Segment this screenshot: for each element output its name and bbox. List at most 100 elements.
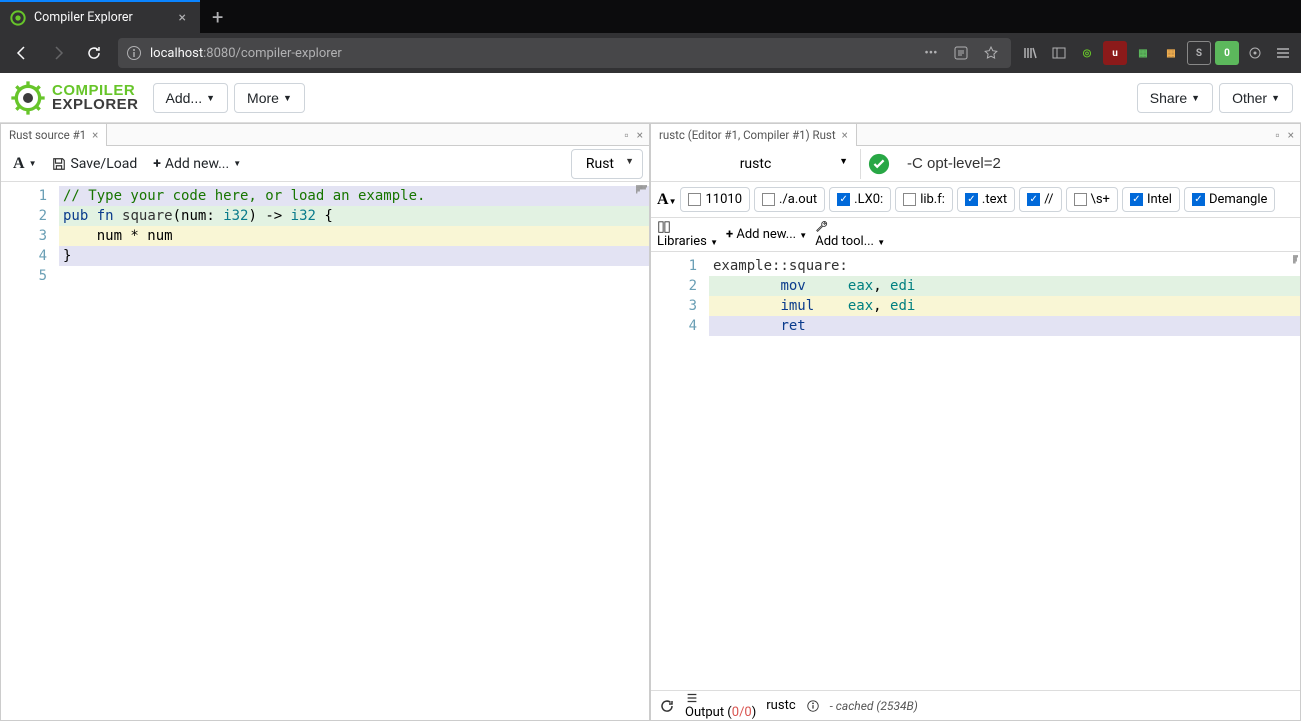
browser-chrome: Compiler Explorer × + localhost:8080/com… — [0, 0, 1301, 73]
book-icon — [657, 220, 718, 234]
asm-editor[interactable]: 1 2 3 4 example::square: mov eax, edi im… — [651, 252, 1300, 690]
compiler-select[interactable]: rustc — [651, 149, 861, 179]
font-button[interactable]: A▼ — [7, 151, 42, 177]
compiler-select-row: rustc — [651, 146, 1300, 182]
browser-tab-title: Compiler Explorer — [34, 10, 175, 25]
info-icon[interactable] — [806, 699, 820, 713]
more-icon[interactable]: ••• — [919, 41, 943, 65]
forward-button[interactable] — [42, 37, 74, 69]
url-text: localhost:8080/compiler-explorer — [150, 46, 342, 61]
footer-compiler-label: rustc — [766, 698, 795, 713]
compiler-options-input[interactable] — [897, 147, 1300, 181]
back-button[interactable] — [6, 37, 38, 69]
tab-strip: Compiler Explorer × + — [0, 0, 1301, 33]
filter-comments[interactable]: // — [1019, 187, 1061, 212]
share-dropdown-button[interactable]: Share▼ — [1137, 83, 1213, 113]
browser-toolbar: localhost:8080/compiler-explorer ••• ◎ u… — [0, 33, 1301, 73]
url-actions: ••• — [919, 41, 1003, 65]
output-button[interactable]: Output (0/0) — [685, 691, 756, 720]
compiler-footer: Output (0/0) rustc - cached (2534B) — [651, 690, 1300, 720]
caret-down-icon: ▼ — [877, 238, 885, 247]
asm-gutter: 1 2 3 4 — [651, 252, 709, 690]
filter-trim[interactable]: \s+ — [1066, 187, 1118, 212]
source-pane-tab[interactable]: Rust source #1 × — [1, 124, 107, 146]
compiler-tab-label: rustc (Editor #1, Compiler #1) Rust — [659, 128, 836, 142]
new-tab-button[interactable]: + — [200, 5, 235, 29]
source-editor[interactable]: 1 2 3 4 5 // Type your code here, or loa… — [1, 182, 649, 720]
caret-down-icon: ▼ — [1271, 93, 1280, 103]
library-icon[interactable] — [1019, 41, 1043, 65]
source-toolbar: A▼ Save/Load + Add new... ▼ Rust — [1, 146, 649, 182]
url-bar[interactable]: localhost:8080/compiler-explorer ••• — [118, 38, 1011, 68]
close-icon[interactable]: × — [1288, 128, 1294, 142]
sidebar-icon[interactable] — [1047, 41, 1071, 65]
app-header: COMPILER EXPLORER Add... ▼ More ▼ Share▼… — [0, 73, 1301, 123]
minimap[interactable]: ████████████ — [1293, 256, 1298, 264]
wrench-icon — [815, 220, 885, 234]
font-button[interactable]: A▼ — [657, 191, 676, 209]
ext-noscript-icon[interactable]: ◎ — [1075, 41, 1099, 65]
save-load-button[interactable]: Save/Load — [46, 152, 143, 176]
source-gutter: 1 2 3 4 5 — [1, 182, 59, 720]
filter-intel[interactable]: Intel — [1122, 187, 1180, 212]
close-icon[interactable]: × — [842, 128, 848, 142]
filter-binary[interactable]: 11010 — [680, 187, 750, 212]
more-dropdown-button[interactable]: More ▼ — [234, 83, 305, 113]
filter-labels[interactable]: .LX0: — [829, 187, 891, 212]
reader-icon[interactable] — [949, 41, 973, 65]
app-logo[interactable]: COMPILER EXPLORER — [8, 78, 139, 118]
filter-directives[interactable]: .text — [957, 187, 1015, 212]
source-code[interactable]: // Type your code here, or load an examp… — [59, 182, 649, 720]
panes-container: Rust source #1 × ▫ × A▼ Save/Load + Add … — [0, 123, 1301, 721]
source-tab-label: Rust source #1 — [9, 128, 86, 142]
caret-down-icon: ▼ — [29, 159, 37, 168]
caret-down-icon: ▼ — [669, 197, 677, 206]
ext-green-icon[interactable]: ▦ — [1131, 41, 1155, 65]
logo-text: COMPILER EXPLORER — [52, 84, 139, 111]
compiler-pane: rustc (Editor #1, Compiler #1) Rust × ▫ … — [650, 123, 1301, 721]
language-select[interactable]: Rust — [571, 149, 643, 179]
other-dropdown-button[interactable]: Other ▼ — [1219, 83, 1293, 113]
add-dropdown-button[interactable]: Add... ▼ — [153, 83, 229, 113]
caret-down-icon: ▼ — [710, 238, 718, 247]
add-new-button[interactable]: + Add new... ▼ — [726, 227, 807, 242]
ext-ublock-icon[interactable]: u — [1103, 41, 1127, 65]
extensions-row: ◎ u ▦ ▦ S 0 — [1019, 41, 1295, 65]
caret-down-icon: ▼ — [233, 159, 241, 168]
recompile-icon[interactable] — [659, 698, 675, 714]
libraries-button[interactable]: Libraries ▼ — [657, 220, 718, 249]
caret-down-icon: ▼ — [283, 93, 292, 103]
caret-down-icon: ▼ — [206, 93, 215, 103]
filter-demangle[interactable]: Demangle — [1184, 187, 1275, 212]
caret-down-icon: ▼ — [799, 231, 807, 240]
filter-row: A▼ 11010 ./a.out .LX0: lib.f: .text // \… — [651, 182, 1300, 218]
browser-tab-active[interactable]: Compiler Explorer × — [0, 0, 200, 33]
cached-label: - cached (2534B) — [830, 699, 918, 713]
add-tool-button[interactable]: Add tool... ▼ — [815, 220, 885, 249]
save-icon — [52, 157, 66, 171]
source-pane-tabbar: Rust source #1 × ▫ × — [1, 124, 649, 146]
asm-code[interactable]: example::square: mov eax, edi imul eax, … — [709, 252, 1300, 690]
status-ok-icon — [861, 146, 897, 182]
close-icon[interactable]: × — [637, 128, 643, 142]
maximize-icon[interactable]: ▫ — [1275, 128, 1279, 142]
hamburger-menu-icon[interactable] — [1271, 41, 1295, 65]
filter-execute[interactable]: ./a.out — [754, 187, 825, 212]
filter-library[interactable]: lib.f: — [895, 187, 953, 212]
ext-orange-icon[interactable]: ▦ — [1159, 41, 1183, 65]
tab-close-icon[interactable]: × — [175, 10, 190, 26]
minimap[interactable]: █████████████████████ — [636, 186, 647, 194]
close-icon[interactable]: × — [92, 128, 98, 142]
add-new-button[interactable]: + Add new... ▼ — [147, 152, 247, 176]
reload-button[interactable] — [78, 37, 110, 69]
maximize-icon[interactable]: ▫ — [624, 128, 628, 142]
compiler-pane-tab[interactable]: rustc (Editor #1, Compiler #1) Rust × — [651, 124, 857, 146]
plus-icon: + — [726, 227, 733, 242]
ext-badge-icon[interactable]: 0 — [1215, 41, 1239, 65]
source-pane: Rust source #1 × ▫ × A▼ Save/Load + Add … — [0, 123, 650, 721]
ext-gear-icon[interactable] — [1243, 41, 1267, 65]
bookmark-icon[interactable] — [979, 41, 1003, 65]
info-icon[interactable] — [126, 45, 142, 61]
ext-s-icon[interactable]: S — [1187, 41, 1211, 65]
libraries-row: Libraries ▼ + Add new... ▼ Add tool... ▼ — [651, 218, 1300, 252]
